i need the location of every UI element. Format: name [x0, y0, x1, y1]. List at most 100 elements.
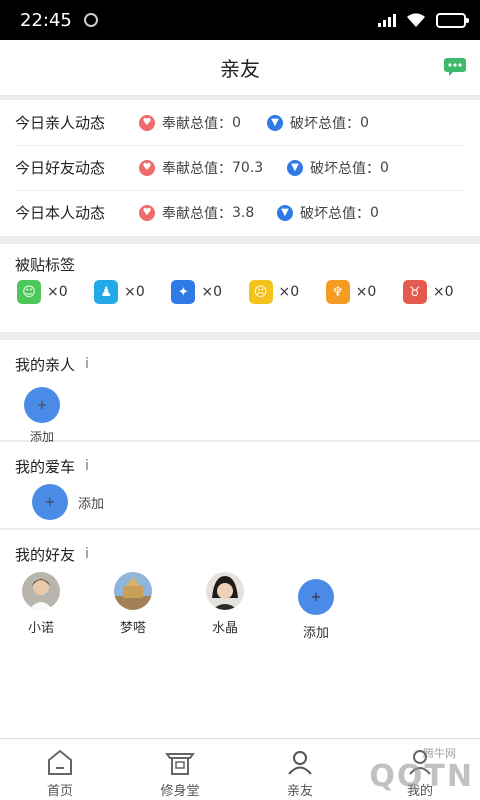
tag-count: ×0	[201, 284, 222, 300]
signal-icon	[378, 13, 396, 27]
page-title: 亲友	[220, 57, 260, 81]
contribute-label: 奉献总值：	[162, 160, 232, 177]
tab-temple[interactable]: 修身堂	[120, 739, 240, 800]
car-section: 我的爱车 i + 添加	[0, 442, 480, 528]
add-friend-button[interactable]: + 添加	[286, 572, 346, 641]
friends-section: 我的好友 i 小诺 梦嗒 水晶 + 添加	[0, 530, 480, 738]
friend-item[interactable]: 小诺	[11, 572, 71, 636]
thumbs-up-icon: ♥	[139, 159, 155, 176]
wifi-icon	[407, 13, 425, 27]
person-icon: ♟	[94, 280, 119, 304]
thumbs-down-icon: ▼	[287, 159, 303, 176]
thumbs-down-icon: ▼	[277, 204, 293, 221]
contribute-label: 奉献总值：	[162, 205, 232, 222]
destroy-stat: ▼ 破坏总值： 0	[277, 203, 379, 223]
section-header: 我的爱车 i	[0, 442, 480, 480]
dynamics-label: 今日本人动态	[15, 204, 106, 222]
plus-icon: +	[298, 579, 334, 615]
friend-item[interactable]: 水晶	[195, 572, 255, 636]
avatar	[22, 572, 60, 610]
contribute-stat: ♥ 奉献总值： 3.8	[139, 203, 277, 223]
section-title: 我的好友	[15, 545, 76, 564]
tag-count: ×0	[47, 284, 68, 300]
add-label: 添加	[302, 626, 329, 641]
tab-label: 修身堂	[160, 784, 200, 799]
destroy-stat: ▼ 破坏总值： 0	[287, 158, 389, 178]
tag-devil[interactable]: ♆ ×0	[325, 280, 403, 304]
sync-icon	[83, 13, 98, 27]
family-section: 我的亲人 i + 添加	[0, 340, 480, 444]
contribute-value: 70.3	[232, 159, 264, 176]
friends-icon	[288, 751, 312, 775]
smile-icon: ☺	[17, 280, 41, 304]
tab-bar: 首页 修身堂 亲友 我的 腾牛网 QQTN	[0, 738, 480, 800]
thumbs-down-icon: ▼	[267, 114, 283, 131]
tag-smile[interactable]: ☺ ×0	[17, 280, 94, 304]
section-header: 我的亲人 i	[0, 340, 480, 378]
avatar	[114, 572, 152, 610]
watermark-logo: 腾牛网 QQTN	[369, 747, 474, 794]
status-bar: 22:45	[0, 0, 480, 40]
tag-demon[interactable]: ♉ ×0	[402, 280, 480, 304]
tag-sad[interactable]: ☹ ×0	[248, 280, 326, 304]
add-family-button[interactable]: + 添加	[22, 382, 62, 445]
tag-count: ×0	[432, 284, 454, 300]
info-icon[interactable]: i	[85, 458, 89, 474]
chat-icon[interactable]	[444, 58, 466, 76]
add-car-button[interactable]: + 添加	[22, 484, 104, 520]
destroy-label: 破坏总值：	[290, 115, 360, 132]
contribute-value: 0	[232, 114, 241, 131]
friend-name: 水晶	[211, 621, 238, 636]
tag-angel[interactable]: ✦ ×0	[171, 280, 248, 304]
destroy-value: 0	[370, 204, 379, 221]
plus-icon: +	[24, 387, 60, 423]
tab-home[interactable]: 首页	[0, 739, 120, 800]
tags-card: 被贴标签 ☺ ×0 ♟ ×0 ✦ ×0 ☹ ×0 ♆ ×0 ♉ ×0	[0, 244, 480, 332]
battery-icon	[436, 12, 469, 28]
tag-count: ×0	[355, 284, 377, 300]
avatar	[206, 572, 244, 610]
angel-icon: ✦	[171, 280, 196, 304]
destroy-value: 0	[360, 114, 369, 131]
watermark-text: QQTN	[369, 759, 474, 794]
tag-count: ×0	[278, 284, 300, 300]
destroy-stat: ▼ 破坏总值： 0	[267, 113, 369, 133]
home-icon	[48, 749, 72, 775]
dynamics-row-family[interactable]: 今日亲人动态 ♥ 奉献总值： 0 ▼ 破坏总值： 0	[0, 100, 480, 145]
tag-list: ☺ ×0 ♟ ×0 ✦ ×0 ☹ ×0 ♆ ×0 ♉ ×0	[0, 280, 480, 304]
tag-person[interactable]: ♟ ×0	[94, 280, 171, 304]
info-icon[interactable]: i	[85, 356, 89, 372]
status-time: 22:45	[20, 9, 72, 31]
tag-count: ×0	[124, 284, 145, 300]
dynamics-row-self[interactable]: 今日本人动态 ♥ 奉献总值： 3.8 ▼ 破坏总值： 0	[0, 190, 480, 235]
section-title: 我的爱车	[15, 457, 76, 476]
contribute-label: 奉献总值：	[162, 115, 232, 132]
temple-icon	[165, 753, 195, 775]
tab-friends[interactable]: 亲友	[240, 739, 360, 800]
sad-icon: ☹	[248, 280, 273, 304]
contribute-stat: ♥ 奉献总值： 0	[139, 113, 267, 133]
tags-title: 被贴标签	[15, 256, 76, 274]
destroy-label: 破坏总值：	[300, 205, 370, 222]
dynamics-card: 今日亲人动态 ♥ 奉献总值： 0 ▼ 破坏总值： 0 今日好友动态 ♥ 奉献总值： 7…	[0, 100, 480, 236]
section-title: 我的亲人	[15, 355, 76, 374]
friend-item[interactable]: 梦嗒	[103, 572, 163, 636]
thumbs-up-icon: ♥	[139, 204, 155, 221]
add-label: 添加	[78, 496, 105, 512]
dynamics-label: 今日亲人动态	[15, 114, 106, 132]
destroy-label: 破坏总值：	[310, 160, 380, 177]
destroy-value: 0	[380, 159, 389, 176]
tab-label: 亲友	[286, 784, 313, 799]
demon-icon: ♉	[402, 280, 427, 304]
dynamics-label: 今日好友动态	[15, 159, 106, 177]
dynamics-row-friends[interactable]: 今日好友动态 ♥ 奉献总值： 70.3 ▼ 破坏总值： 0	[0, 145, 480, 190]
plus-icon: +	[32, 484, 68, 520]
watermark-small: 腾牛网	[423, 747, 456, 760]
friend-name: 小诺	[27, 621, 54, 636]
friend-name: 梦嗒	[119, 621, 146, 636]
section-header: 我的好友 i	[0, 530, 480, 568]
tab-label: 首页	[46, 784, 73, 799]
title-bar: 亲友	[0, 40, 480, 96]
thumbs-up-icon: ♥	[139, 114, 155, 131]
info-icon[interactable]: i	[85, 546, 89, 562]
